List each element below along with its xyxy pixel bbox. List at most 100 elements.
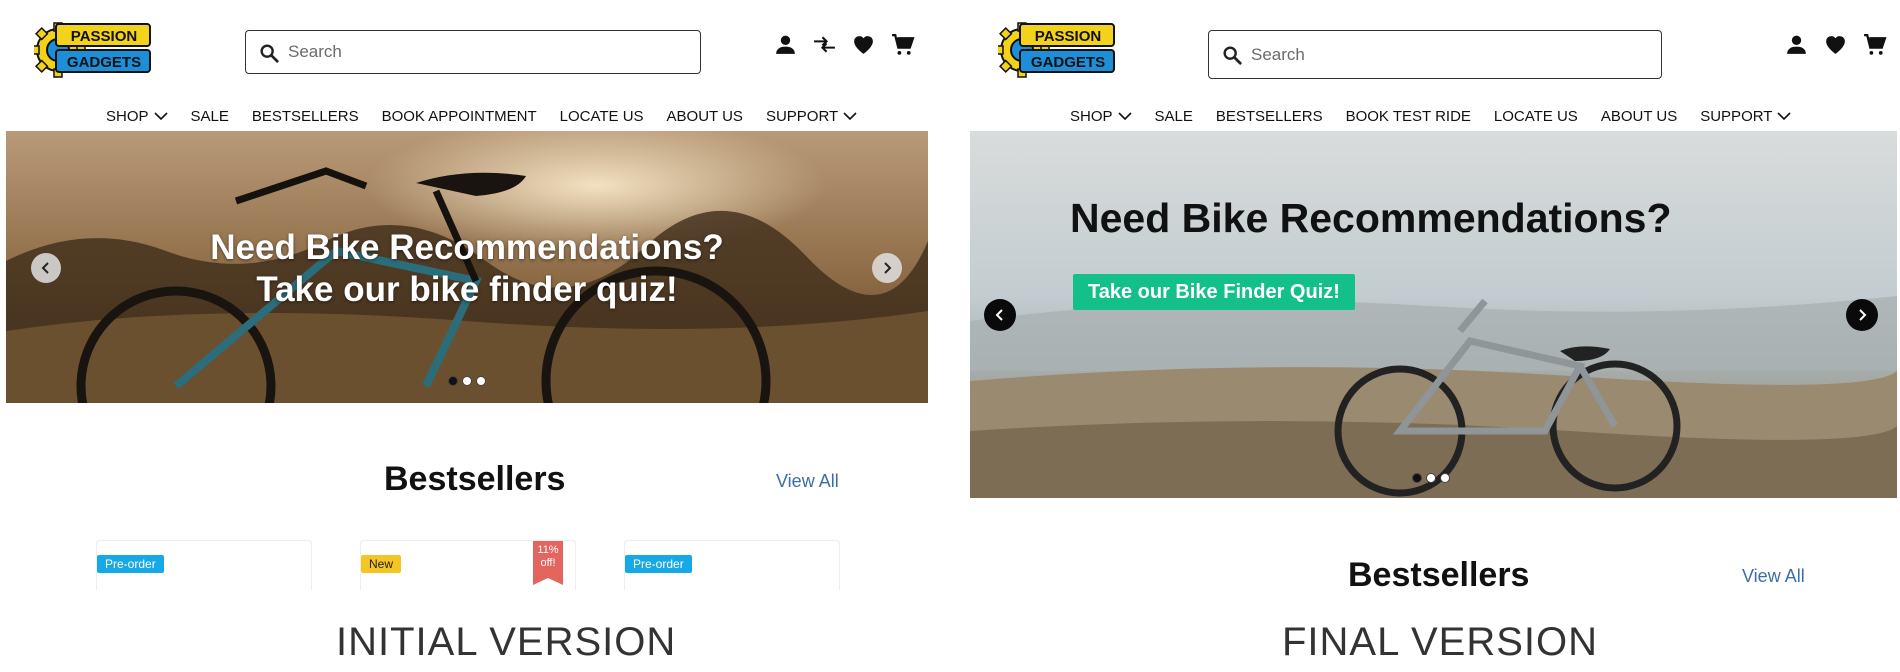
hero-title-line1: Need Bike Recommendations? bbox=[210, 228, 724, 267]
product-card[interactable]: Pre-order bbox=[96, 540, 312, 590]
product-cards: Pre-order New 11% off! Pre-order bbox=[96, 540, 840, 590]
discount-ribbon: 11% off! bbox=[533, 541, 563, 585]
product-card[interactable]: Pre-order bbox=[624, 540, 840, 590]
nav-sale[interactable]: SALE bbox=[191, 108, 229, 125]
passion-gadgets-logo[interactable]: PASSION GADGETS bbox=[998, 18, 1116, 80]
carousel-dots bbox=[1412, 473, 1450, 483]
logo-text-line2: GADGETS bbox=[1031, 54, 1105, 71]
discount-off-text: off! bbox=[540, 557, 556, 569]
preorder-badge: Pre-order bbox=[625, 555, 692, 573]
nav-locate-us[interactable]: LOCATE US bbox=[1494, 108, 1578, 125]
carousel-dot-1[interactable] bbox=[1412, 473, 1422, 483]
final-version-panel: PASSION GADGETS SHOP SALE BESTSELLERS BO… bbox=[970, 0, 1897, 590]
product-card[interactable]: New 11% off! bbox=[360, 540, 576, 590]
nav-about-us-label: ABOUT US bbox=[666, 107, 743, 125]
main-nav: SHOP SALE BESTSELLERS BOOK APPOINTMENT L… bbox=[106, 104, 857, 128]
nav-shop-label: SHOP bbox=[106, 107, 149, 125]
nav-shop[interactable]: SHOP bbox=[1070, 108, 1132, 125]
nav-about-us[interactable]: ABOUT US bbox=[667, 108, 743, 125]
view-all-link[interactable]: View All bbox=[776, 471, 839, 492]
carousel-next-button[interactable] bbox=[1846, 299, 1878, 331]
search-icon bbox=[258, 42, 280, 64]
heart-icon[interactable] bbox=[851, 32, 876, 57]
discount-percent: 11% bbox=[537, 544, 559, 556]
nav-shop-label: SHOP bbox=[1070, 107, 1113, 125]
carousel-dot-2[interactable] bbox=[462, 376, 472, 386]
nav-about-us[interactable]: ABOUT US bbox=[1601, 108, 1677, 125]
chevron-right-icon bbox=[1855, 308, 1869, 322]
header-icons bbox=[773, 30, 915, 58]
hero-title-line2: Take our bike finder quiz! bbox=[256, 270, 678, 309]
site-header: PASSION GADGETS bbox=[6, 0, 933, 100]
nav-support[interactable]: SUPPORT bbox=[766, 108, 857, 125]
cart-icon[interactable] bbox=[1862, 32, 1887, 57]
nav-locate-us-label: LOCATE US bbox=[559, 107, 644, 125]
nav-book-test-ride[interactable]: BOOK TEST RIDE bbox=[1346, 108, 1471, 125]
nav-about-us-label: ABOUT US bbox=[1600, 107, 1678, 125]
logo-graphic: PASSION GADGETS bbox=[998, 18, 1116, 80]
logo-text-line1: PASSION bbox=[71, 28, 137, 45]
hero-bike-field-image bbox=[970, 131, 1897, 498]
chevron-down-icon bbox=[1118, 111, 1132, 121]
nav-support-label: SUPPORT bbox=[765, 107, 839, 125]
logo-text-line2: GADGETS bbox=[67, 54, 141, 71]
nav-locate-us-label: LOCATE US bbox=[1493, 107, 1578, 125]
hero-title: Need Bike Recommendations? bbox=[1070, 195, 1672, 241]
initial-version-panel: PASSION GADGETS SHOP SALE BESTSELLERS BO… bbox=[6, 0, 933, 590]
nav-book-appointment-label: BOOK APPOINTMENT bbox=[381, 107, 537, 125]
compare-icon[interactable] bbox=[812, 32, 837, 57]
nav-bestsellers[interactable]: BESTSELLERS bbox=[252, 108, 359, 125]
hero-title: Need Bike Recommendations? Take our bike… bbox=[6, 227, 928, 311]
search-bar[interactable] bbox=[1208, 30, 1662, 79]
chevron-left-icon bbox=[39, 261, 53, 275]
site-header: PASSION GADGETS bbox=[970, 0, 1897, 100]
search-icon bbox=[1221, 44, 1243, 66]
nav-sale-label: SALE bbox=[1154, 107, 1193, 125]
nav-sale[interactable]: SALE bbox=[1155, 108, 1193, 125]
bestsellers-heading: Bestsellers bbox=[384, 460, 566, 498]
passion-gadgets-logo[interactable]: PASSION GADGETS bbox=[34, 18, 152, 80]
nav-sale-label: SALE bbox=[190, 107, 229, 125]
chevron-down-icon bbox=[1777, 111, 1791, 121]
bike-finder-quiz-button[interactable]: Take our Bike Finder Quiz! bbox=[1073, 274, 1355, 310]
carousel-dot-3[interactable] bbox=[476, 376, 486, 386]
final-version-caption: FINAL VERSION bbox=[1282, 620, 1599, 664]
nav-bestsellers-label: BESTSELLERS bbox=[1215, 107, 1323, 125]
carousel-prev-button[interactable] bbox=[31, 253, 61, 283]
chevron-left-icon bbox=[993, 308, 1007, 322]
new-badge: New bbox=[361, 555, 402, 573]
preorder-badge: Pre-order bbox=[97, 555, 164, 573]
nav-support-label: SUPPORT bbox=[1700, 107, 1773, 125]
search-bar[interactable] bbox=[245, 30, 701, 74]
carousel-dots bbox=[448, 376, 486, 386]
nav-book-test-ride-label: BOOK TEST RIDE bbox=[1345, 107, 1471, 125]
nav-locate-us[interactable]: LOCATE US bbox=[560, 108, 644, 125]
user-icon[interactable] bbox=[773, 32, 798, 57]
view-all-link[interactable]: View All bbox=[1742, 566, 1805, 587]
heart-icon[interactable] bbox=[1823, 32, 1848, 57]
logo-graphic: PASSION GADGETS bbox=[34, 18, 152, 80]
hero-carousel[interactable]: Need Bike Recommendations? Take our bike… bbox=[6, 131, 928, 403]
nav-bestsellers[interactable]: BESTSELLERS bbox=[1216, 108, 1323, 125]
search-input[interactable] bbox=[288, 37, 688, 67]
carousel-dot-2[interactable] bbox=[1426, 473, 1436, 483]
user-icon[interactable] bbox=[1784, 32, 1809, 57]
carousel-next-button[interactable] bbox=[872, 253, 902, 283]
header-icons bbox=[1784, 30, 1887, 58]
bestsellers-heading: Bestsellers bbox=[1348, 556, 1530, 590]
chevron-down-icon bbox=[843, 111, 857, 121]
nav-bestsellers-label: BESTSELLERS bbox=[251, 107, 359, 125]
chevron-right-icon bbox=[880, 261, 894, 275]
carousel-dot-3[interactable] bbox=[1440, 473, 1450, 483]
carousel-dot-1[interactable] bbox=[448, 376, 458, 386]
logo-text-line1: PASSION bbox=[1035, 28, 1101, 45]
nav-support[interactable]: SUPPORT bbox=[1700, 108, 1791, 125]
chevron-down-icon bbox=[154, 111, 168, 121]
cart-icon[interactable] bbox=[890, 32, 915, 57]
carousel-prev-button[interactable] bbox=[984, 299, 1016, 331]
nav-book-appointment[interactable]: BOOK APPOINTMENT bbox=[382, 108, 537, 125]
search-input[interactable] bbox=[1251, 40, 1651, 70]
hero-carousel[interactable]: Need Bike Recommendations? Take our Bike… bbox=[970, 131, 1897, 498]
nav-shop[interactable]: SHOP bbox=[106, 108, 168, 125]
initial-version-caption: INITIAL VERSION bbox=[336, 620, 677, 664]
